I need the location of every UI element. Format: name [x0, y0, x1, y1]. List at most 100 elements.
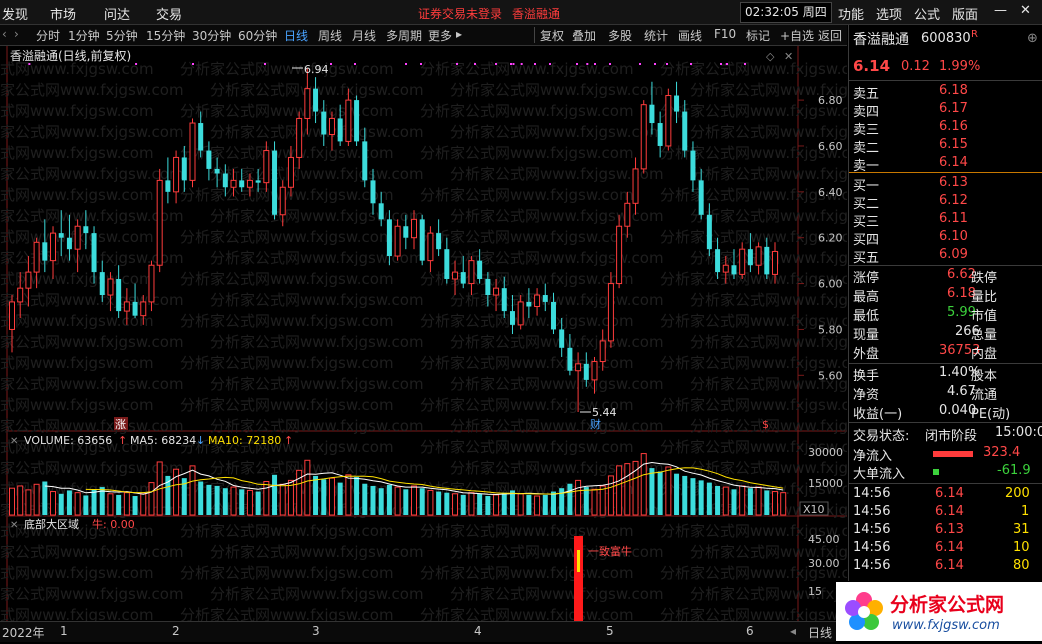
- volume-bar: [599, 485, 606, 516]
- volume-bar: [272, 474, 278, 515]
- back-button[interactable]: 返回: [818, 27, 842, 44]
- ind-axis-15: 15: [808, 585, 822, 598]
- candle-body: [509, 311, 515, 325]
- tab-weekly[interactable]: 周线: [318, 27, 342, 44]
- watermark-text: 分析家公式网www.fxjgsw.com: [420, 606, 634, 621]
- tab-daily[interactable]: 日线: [284, 27, 308, 44]
- volume-bar: [328, 477, 335, 516]
- ask-price[interactable]: 6.15: [939, 137, 968, 152]
- candle-body: [99, 272, 105, 296]
- volume-bar: [230, 486, 237, 516]
- stats-button[interactable]: 统计: [644, 27, 668, 44]
- bid-price[interactable]: 6.12: [939, 193, 968, 208]
- adjust-button[interactable]: 复权: [540, 27, 564, 44]
- add-watchlist-button[interactable]: +自选: [780, 27, 814, 44]
- up-arrow-icon: ↑: [284, 434, 293, 447]
- ind-axis-30: 30.00: [808, 557, 840, 570]
- ask-price[interactable]: 6.16: [939, 119, 968, 134]
- bid-price[interactable]: 6.10: [939, 229, 968, 244]
- watermark-text: 分析家公式网www.fxjgsw.com: [0, 375, 184, 393]
- ask-price[interactable]: 6.18: [939, 83, 968, 98]
- watermark-text: 分析家公式网www.fxjgsw.com: [690, 291, 847, 309]
- menu-wenda[interactable]: 问达: [104, 4, 130, 23]
- stat2-tail-label: 流通: [971, 388, 998, 403]
- bid-price[interactable]: 6.13: [939, 175, 968, 190]
- candle-body: [616, 225, 623, 285]
- login-alert[interactable]: 证券交易未登录: [418, 5, 502, 22]
- volume-bar: [534, 495, 541, 516]
- watermark-text: 分析家公式网www.fxjgsw.com: [0, 144, 154, 162]
- candle-body: [362, 141, 368, 181]
- watermark: 分析家公式网www.fxjgsw.com 分析家公式网www.fxjgsw.com…: [0, 60, 847, 621]
- volume-bar: [17, 485, 24, 516]
- tab-fenshi[interactable]: 分时: [36, 27, 60, 44]
- menu-options[interactable]: 选项: [876, 4, 902, 23]
- indicator-close-icon[interactable]: ✕: [10, 520, 18, 531]
- tab-more[interactable]: 更多: [428, 27, 452, 44]
- watermark-text: 分析家公式网www.fxjgsw.com: [0, 81, 184, 99]
- menu-layout[interactable]: 版面: [952, 4, 978, 23]
- watermark-text: 分析家公式网www.fxjgsw.com: [0, 186, 154, 204]
- close-chart-icon[interactable]: ✕: [784, 50, 793, 63]
- stock-tag[interactable]: 香溢融通: [512, 5, 560, 22]
- tab-1min[interactable]: 1分钟: [68, 27, 100, 44]
- candle-body: [607, 283, 614, 342]
- watermark-text: 分析家公式网www.fxjgsw.com: [180, 354, 394, 372]
- ask-price[interactable]: 6.17: [939, 101, 968, 116]
- bid-price[interactable]: 6.11: [939, 211, 968, 226]
- volume-bar: [526, 494, 532, 515]
- chevron-down-icon[interactable]: ▸: [456, 27, 462, 41]
- mark-button[interactable]: 标记: [746, 27, 770, 44]
- menu-market[interactable]: 市场: [50, 4, 76, 23]
- timeline-period[interactable]: 日线: [808, 624, 832, 641]
- tab-monthly[interactable]: 月线: [352, 27, 376, 44]
- menu-trade[interactable]: 交易: [156, 4, 182, 23]
- close-icon[interactable]: ✕: [1020, 3, 1031, 18]
- candle-body: [148, 264, 155, 303]
- minimize-icon[interactable]: —: [994, 3, 1007, 18]
- tab-5min[interactable]: 5分钟: [106, 27, 138, 44]
- signal-dot: [690, 63, 692, 65]
- kline-chart[interactable]: 分析家公式网www.fxjgsw.com 分析家公式网www.fxjgsw.com…: [0, 46, 847, 621]
- watermark-text: 分析家公式网www.fxjgsw.com: [450, 585, 664, 603]
- dollar-marker[interactable]: $: [762, 418, 769, 431]
- tab-multi-period[interactable]: 多周期: [386, 27, 422, 44]
- bid-price[interactable]: 6.09: [939, 247, 968, 262]
- tab-15min[interactable]: 15分钟: [146, 27, 185, 44]
- menu-formula[interactable]: 公式: [914, 4, 940, 23]
- signal-dot: [534, 63, 536, 65]
- tab-30min[interactable]: 30分钟: [192, 27, 231, 44]
- watermark-text: 分析家公式网www.fxjgsw.com: [450, 417, 664, 435]
- volume-bar: [706, 482, 712, 515]
- signal-dot: [666, 63, 668, 65]
- cai-marker[interactable]: 财: [590, 417, 601, 431]
- candle-body: [394, 225, 401, 257]
- tick-volume: 200: [1005, 486, 1030, 501]
- diamond-icon[interactable]: ◇: [766, 50, 775, 63]
- volume-bar: [411, 485, 418, 516]
- signal-dot: [354, 63, 356, 65]
- expand-icon[interactable]: ⊕: [1027, 31, 1038, 46]
- chevron-right-icon[interactable]: ›: [14, 27, 19, 41]
- menu-function[interactable]: 功能: [838, 4, 864, 23]
- draw-line-button[interactable]: 画线: [678, 27, 702, 44]
- volume-close-icon[interactable]: ✕: [10, 436, 18, 447]
- tick-volume: 31: [1013, 522, 1030, 537]
- chevron-left-icon[interactable]: ‹: [2, 27, 7, 41]
- candle-body: [165, 180, 171, 192]
- ask-price[interactable]: 6.14: [939, 155, 968, 170]
- f10-button[interactable]: F10: [714, 27, 736, 41]
- candle-body: [50, 232, 57, 262]
- overlay-button[interactable]: 叠加: [572, 27, 596, 44]
- volume-bar: [624, 463, 631, 516]
- scroll-left-icon[interactable]: ◂: [790, 624, 796, 638]
- toolbar-divider: [534, 27, 535, 43]
- tab-60min[interactable]: 60分钟: [238, 27, 277, 44]
- timeline-month-3: 3: [312, 624, 320, 638]
- signal-dot: [609, 63, 611, 65]
- current-price: 6.14: [853, 57, 891, 75]
- volume-bar: [780, 492, 787, 516]
- menu-discover[interactable]: 发现: [2, 4, 28, 23]
- multi-stock-button[interactable]: 多股: [608, 27, 632, 44]
- candle-body: [345, 99, 352, 142]
